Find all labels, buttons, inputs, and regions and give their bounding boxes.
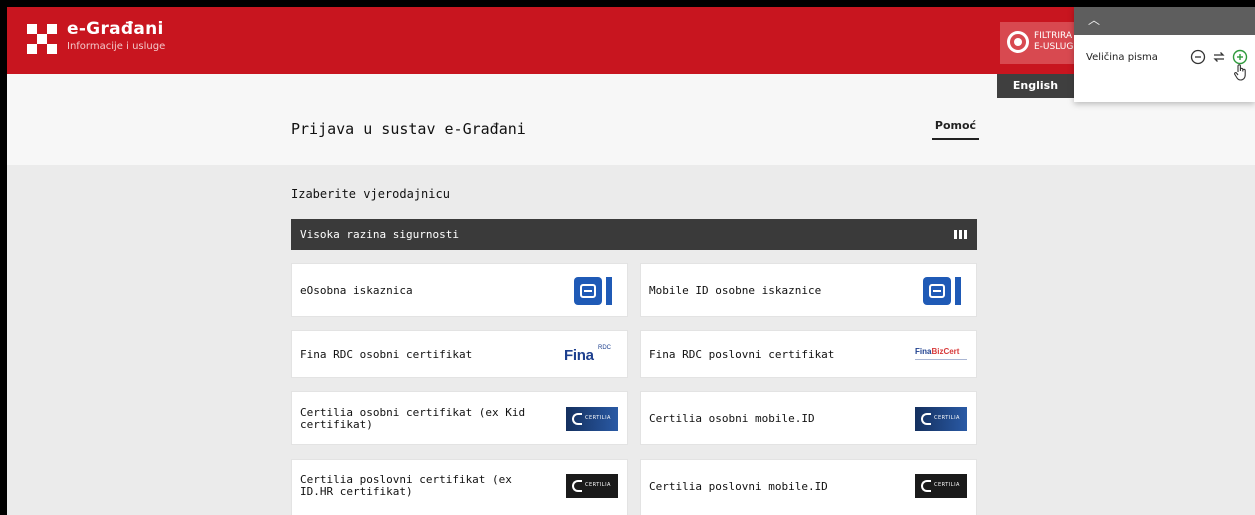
credential-label: Mobile ID osobne iskaznice <box>649 284 822 297</box>
minus-circle-icon[interactable] <box>1190 49 1206 65</box>
fina-bizcert-logo: FinaBizCert <box>915 347 971 363</box>
certilia-logo-text: CERTILIA <box>585 415 611 421</box>
credential-label: Fina RDC poslovni certifikat <box>649 348 835 361</box>
browser-viewport: e-Građani Informacije i usluge FILTRIRA … <box>7 7 1255 515</box>
brand-subtitle: Informacije i usluge <box>67 41 166 52</box>
font-size-label: Veličina pisma <box>1086 52 1158 63</box>
credential-card-certilia-mobile-osobni[interactable]: Certilia osobni mobile.ID CERTILIA <box>640 391 977 445</box>
e-gradani-logo-icon[interactable] <box>27 24 57 54</box>
certilia-logo: CERTILIA <box>915 474 967 498</box>
filter-icon <box>1007 31 1029 53</box>
certilia-logo: CERTILIA <box>915 407 967 431</box>
chevron-up-icon[interactable]: ︿ <box>1088 11 1100 28</box>
credential-card-mobile-id[interactable]: Mobile ID osobne iskaznice <box>640 263 977 317</box>
credential-card-fina-osobni[interactable]: Fina RDC osobni certifikat Fina RDC <box>291 330 628 378</box>
certilia-logo-text: CERTILIA <box>585 482 611 488</box>
help-link[interactable]: Pomoć <box>932 119 979 140</box>
credential-label: Certilia osobni certifikat (ex Kid certi… <box>300 406 526 431</box>
security-level-header[interactable]: Visoka razina sigurnosti <box>291 219 977 250</box>
credential-label: Certilia poslovni mobile.ID <box>649 480 828 493</box>
site-header: e-Građani Informacije i usluge FILTRIRA … <box>7 7 1255 74</box>
credential-card-fina-poslovni[interactable]: Fina RDC poslovni certifikat FinaBizCert <box>640 330 977 378</box>
credential-card-eosobna[interactable]: eOsobna iskaznica <box>291 263 628 317</box>
language-button[interactable]: English <box>997 74 1074 98</box>
credential-card-certilia-poslovni[interactable]: Certilia poslovni certifikat (ex ID.HR c… <box>291 459 628 515</box>
credential-label: eOsobna iskaznica <box>300 284 413 297</box>
credential-label: Certilia osobni mobile.ID <box>649 412 815 425</box>
page-title: Prijava u sustav e-Građani <box>291 120 526 138</box>
certilia-logo-text: CERTILIA <box>934 482 960 488</box>
eid-logo <box>923 277 961 305</box>
credential-label: Fina RDC osobni certifikat <box>300 348 473 361</box>
filter-services-button[interactable]: FILTRIRA E-USLUG <box>1000 22 1080 64</box>
bizcert-logo-text: BizCert <box>931 347 960 356</box>
reset-arrows-icon[interactable] <box>1211 49 1227 65</box>
fina-rdc-logo: Fina RDC <box>564 345 620 365</box>
font-size-popup: ︿ Veličina pisma <box>1074 7 1255 102</box>
certilia-logo-text: CERTILIA <box>934 415 960 421</box>
credential-label: Certilia poslovni certifikat (ex ID.HR c… <box>300 473 512 498</box>
popup-header[interactable]: ︿ <box>1074 7 1255 35</box>
brand-title[interactable]: e-Građani <box>67 19 164 39</box>
security-level-label: Visoka razina sigurnosti <box>300 228 459 241</box>
credential-card-certilia-osobni[interactable]: Certilia osobni certifikat (ex Kid certi… <box>291 391 628 445</box>
fina-logo-sup: RDC <box>598 345 611 351</box>
credential-card-certilia-mobile-poslovni[interactable]: Certilia poslovni mobile.ID CERTILIA <box>640 459 977 515</box>
fina-logo-text: Fina <box>564 347 594 364</box>
hand-cursor-icon <box>1233 63 1249 81</box>
section-title: Izaberite vjerodajnicu <box>291 187 450 201</box>
certilia-logo: CERTILIA <box>566 407 618 431</box>
eid-logo <box>574 277 612 305</box>
signal-bars-icon <box>954 230 967 239</box>
certilia-logo: CERTILIA <box>566 474 618 498</box>
fina-logo-text: Fina <box>915 347 932 356</box>
